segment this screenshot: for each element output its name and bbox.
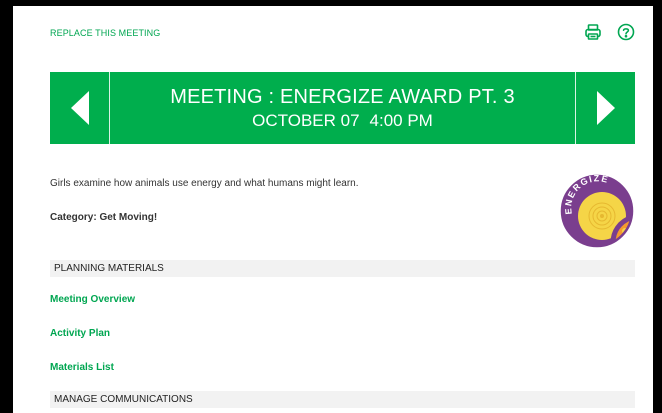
previous-meeting-button[interactable] [50, 72, 110, 144]
meeting-banner: MEETING : ENERGIZE AWARD PT. 3 OCTOBER 0… [50, 72, 635, 144]
banner-center: MEETING : ENERGIZE AWARD PT. 3 OCTOBER 0… [110, 72, 575, 144]
replace-meeting-link[interactable]: REPLACE THIS MEETING [50, 28, 160, 38]
chevron-right-icon [596, 91, 615, 125]
meeting-date: OCTOBER 07 [252, 110, 360, 130]
energize-badge-icon: ENERGIZE [558, 172, 636, 250]
printer-icon[interactable] [584, 23, 602, 41]
meeting-time: 4:00 PM [369, 110, 433, 130]
help-icon[interactable] [617, 23, 635, 41]
meeting-category: Category: Get Moving! [50, 212, 158, 223]
meeting-datetime: OCTOBER 07 4:00 PM [252, 110, 433, 132]
meeting-overview-link[interactable]: Meeting Overview [50, 294, 135, 305]
meeting-description: Girls examine how animals use energy and… [50, 178, 359, 189]
next-meeting-button[interactable] [575, 72, 635, 144]
chevron-left-icon [70, 91, 89, 125]
activity-plan-link[interactable]: Activity Plan [50, 328, 110, 339]
planning-materials-header: PLANNING MATERIALS [50, 260, 635, 277]
meeting-title: MEETING : ENERGIZE AWARD PT. 3 [170, 85, 515, 108]
materials-list-link[interactable]: Materials List [50, 362, 114, 373]
page-frame: REPLACE THIS MEETING MEETING : ENERGIZE … [13, 6, 653, 413]
manage-communications-header: MANAGE COMMUNICATIONS [50, 391, 635, 408]
